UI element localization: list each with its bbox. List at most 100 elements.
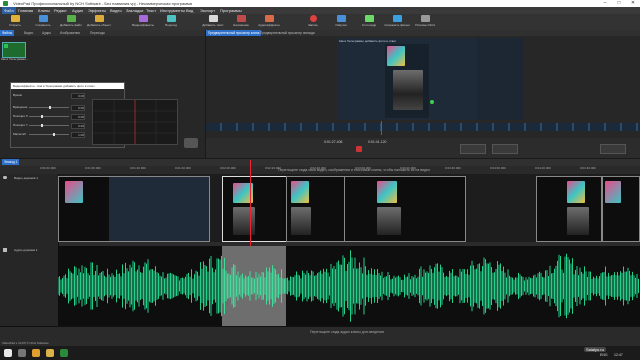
keyframe-graph[interactable] [92,99,178,145]
menu-file[interactable]: Файл [2,7,16,14]
maximize-icon[interactable]: □ [612,0,626,7]
fx-window-title: Видеоэффекты - Как в Телеграмме добавить… [11,83,124,89]
add-object-button[interactable]: Добавить объект [86,15,112,29]
video-effects-button[interactable]: Видеоэффекты [130,15,156,29]
folder-icon [10,15,20,22]
pos-x-slider[interactable] [29,115,69,118]
overlay-button[interactable]: Наложение [228,15,254,29]
pos-y-slider[interactable] [29,124,69,127]
menu-effects[interactable]: Эффекты [88,8,106,13]
clip-thumb-photo [567,207,589,235]
fullscreen-button[interactable] [600,144,626,154]
menu-edit[interactable]: Редакт [54,8,67,13]
add-file-button[interactable]: Добавить файл [58,15,84,29]
rotation-slider[interactable] [29,106,69,109]
video-preview-frame[interactable]: Как в Телеграмме добавить фото в ответ [337,38,523,120]
search-icon[interactable] [18,349,26,357]
fx-time-value[interactable]: 0.00 [71,93,85,99]
ruler-tick: 0:03:40.000 [445,166,461,170]
fx-row-time: Время 0.00 [13,93,85,99]
menu-view[interactable]: Вид [186,8,193,13]
freeze-frame-button[interactable]: Стоп-кадр [356,15,382,29]
ruler-tick: 0:01:40.000 [175,166,191,170]
menu-programs[interactable]: Программы [220,8,242,13]
post-title: Как в Телеграмме добавить фото в ответ [339,39,397,43]
fx-pos-y-value[interactable]: 0.00 [71,123,85,129]
save-movie-button[interactable]: Сохранить фильм [384,15,410,29]
eye-icon[interactable] [3,176,7,179]
media-clip-thumbnail[interactable] [2,42,26,58]
menu-audio[interactable]: Аудио [72,8,83,13]
fx-row-scale: Масштаб 1.00 [13,132,85,138]
video-clip-selected[interactable] [222,176,288,242]
ruler-tick: 0:04:20.000 [535,166,551,170]
taskbar: Salalyo.ru 12:47 ENG [0,346,640,360]
clip-thumb-photo [291,207,311,235]
folder-icon[interactable] [46,349,54,357]
slider-knob[interactable] [41,115,43,118]
watermark: Salalyo.ru [584,347,606,352]
scale-slider[interactable] [29,133,69,136]
video-clip[interactable] [602,176,640,242]
fx-icon [138,15,148,22]
transition-icon [166,15,176,22]
speaker-icon[interactable] [3,248,7,252]
video-clip[interactable] [344,176,466,242]
audio-fx-icon [264,15,274,22]
browser-icon[interactable] [32,349,40,357]
menu-video[interactable]: Видео [110,8,122,13]
cursor-marker-icon [430,100,434,104]
slider-knob[interactable] [49,106,51,109]
slider-knob[interactable] [53,133,55,136]
menu-bookmarks[interactable]: Закладки [126,8,143,13]
mini-filmstrip[interactable] [206,123,640,131]
trim-button[interactable] [492,144,518,154]
tab-sequence[interactable]: Эпизод 1 [2,159,20,165]
slider-knob[interactable] [41,124,43,127]
nch-plugins-button[interactable]: Плагины NCH [412,15,438,29]
object-icon [94,15,104,22]
camera-icon[interactable] [184,138,198,148]
record-icon [309,15,317,22]
tab-transitions[interactable]: Переходы [88,30,107,36]
menu-export[interactable]: Экспорт [200,8,215,13]
close-icon[interactable]: ✕ [626,0,640,7]
menu-home[interactable]: Главная [18,8,33,13]
video-clip[interactable] [286,176,346,242]
save-button[interactable]: Сохранить [30,15,56,29]
fx-rotation-value[interactable]: 0.00 [71,105,85,111]
minimize-icon[interactable]: – [598,0,612,7]
ruler-tick: 0:00:40.000 [40,166,56,170]
open-button[interactable]: Открыть [2,15,28,29]
narrate-button[interactable]: Озвучка [328,15,354,29]
transport-bar: 0:01:27.406 0:01:41.120 [206,121,640,158]
fx-pos-x-value[interactable]: 0.00 [71,114,85,120]
videopad-taskbar-icon[interactable] [60,349,68,357]
split-button[interactable] [460,144,486,154]
clip-thumb-photo [291,181,309,203]
audio-waveform [58,250,639,322]
tab-images[interactable]: Изображения [58,30,82,36]
clip-thumb-photo [605,181,621,203]
record-button[interactable]: Запись [300,15,326,29]
tab-clip-preview[interactable]: Предварительный просмотр клипа [206,30,262,36]
play-button[interactable] [356,146,362,152]
tab-files[interactable]: Файлы [0,30,15,36]
video-clip[interactable] [58,176,210,242]
fx-scale-value[interactable]: 1.00 [71,132,85,138]
menu-text[interactable]: Текст [146,8,156,13]
start-icon[interactable] [4,349,12,357]
add-text-button[interactable]: Добавить текст [200,15,226,29]
tab-sequence-preview[interactable]: Предварительный просмотр эпизода [258,30,317,36]
audio-effects-button[interactable]: Аудиоэффекты [256,15,282,29]
tab-audio[interactable]: Аудио [40,30,53,36]
toolbar: Открыть Сохранить Добавить файл Добавить… [0,14,640,31]
clip-thumb-photo [377,207,401,235]
menu-tools[interactable]: Инструменты [160,8,185,13]
tab-video[interactable]: Видео [22,30,35,36]
audio-track-label: Аудио дорожка 1 [14,248,38,252]
preview-playhead[interactable] [381,121,382,135]
menu-clips[interactable]: Клипы [38,8,50,13]
transition-button[interactable]: Переход [158,15,184,29]
video-clip[interactable] [536,176,602,242]
